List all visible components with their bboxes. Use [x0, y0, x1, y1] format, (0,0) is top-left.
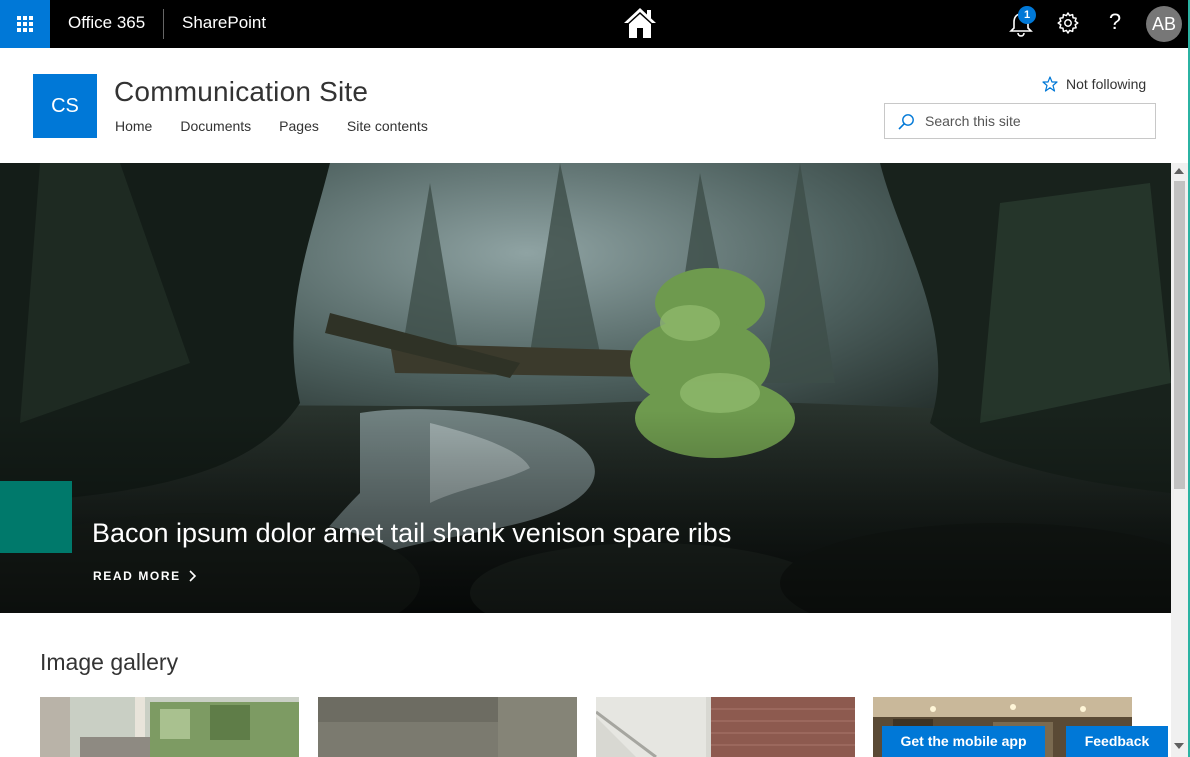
sharepoint-link[interactable]: SharePoint [182, 13, 266, 33]
search-input[interactable] [925, 113, 1145, 129]
suite-divider [163, 9, 164, 39]
hero-banner[interactable]: Bacon ipsum dolor amet tail shank veniso… [0, 163, 1171, 613]
nav-pages[interactable]: Pages [279, 118, 319, 134]
app-launcher-button[interactable] [0, 0, 50, 48]
suite-bar: Office 365 SharePoint 1 ? AB [0, 0, 1188, 48]
nav-documents[interactable]: Documents [180, 118, 251, 134]
scrollbar-thumb[interactable] [1174, 181, 1185, 489]
gallery-image-1[interactable] [40, 697, 299, 757]
help-icon[interactable]: ? [1104, 9, 1126, 39]
site-search-box[interactable] [884, 103, 1156, 139]
gallery-image-2[interactable] [318, 697, 577, 757]
read-more-link[interactable]: READ MORE [93, 569, 197, 583]
site-header: CS Communication Site Home Documents Pag… [0, 48, 1188, 163]
hero-title[interactable]: Bacon ipsum dolor amet tail shank veniso… [92, 518, 731, 549]
hero-accent-block [0, 481, 72, 553]
settings-gear-icon[interactable] [1056, 11, 1080, 35]
office-365-link[interactable]: Office 365 [68, 13, 145, 33]
notification-badge: 1 [1018, 6, 1036, 24]
feedback-button[interactable]: Feedback [1066, 726, 1168, 757]
gallery-title: Image gallery [40, 649, 179, 675]
scroll-down-arrow-icon[interactable] [1174, 743, 1184, 749]
site-title[interactable]: Communication Site [114, 76, 368, 108]
waffle-icon [17, 16, 33, 32]
search-icon [898, 114, 914, 130]
follow-button[interactable]: Not following [1042, 76, 1146, 92]
chevron-right-icon [189, 570, 196, 582]
home-icon[interactable] [622, 6, 658, 40]
follow-label: Not following [1066, 76, 1147, 92]
star-icon [1042, 76, 1058, 92]
nav-home[interactable]: Home [115, 118, 152, 134]
scroll-up-arrow-icon[interactable] [1174, 168, 1184, 174]
read-more-label: READ MORE [93, 569, 181, 583]
nav-site-contents[interactable]: Site contents [347, 118, 428, 134]
site-navigation: Home Documents Pages Site contents [115, 118, 428, 134]
user-avatar[interactable]: AB [1146, 6, 1182, 42]
site-logo[interactable]: CS [33, 74, 97, 138]
gallery-image-3[interactable] [596, 697, 855, 757]
get-mobile-app-button[interactable]: Get the mobile app [882, 726, 1045, 757]
